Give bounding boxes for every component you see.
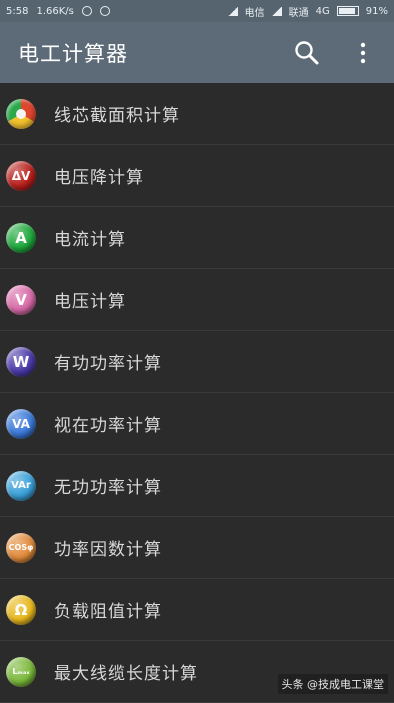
search-icon (295, 40, 319, 64)
watermark: 头条 @技成电工课堂 (277, 674, 388, 694)
power-factor-icon: COSφ (6, 532, 36, 563)
signal-icon-2 (271, 6, 282, 16)
more-vert-icon (360, 42, 366, 63)
status-battery: 91% (365, 5, 388, 17)
list-item-label: 有功功率计算 (54, 354, 162, 374)
sync-icon (81, 6, 92, 16)
resistance-icon: Ω (6, 594, 36, 625)
status-bar: 5:58 1.66K/s 电信 联通 4G 91% (0, 0, 394, 22)
list-item-label: 无功功率计算 (54, 478, 162, 498)
badge-text: VA (12, 416, 30, 431)
badge-text: VAr (11, 480, 31, 491)
apparent-power-icon: VA (6, 408, 36, 439)
status-carrier-2: 联通 (288, 7, 309, 19)
list-item-label: 负载阻值计算 (54, 602, 162, 622)
list-item-label: 视在功率计算 (54, 416, 162, 436)
reactive-power-icon: VAr (6, 470, 36, 501)
badge-text: Lₘₐₓ (12, 667, 30, 676)
calculator-list: 线芯截面积计算 ΔV 电压降计算 A 电流计算 V 电压计算 W 有功功率计算 VA 视在功率计算 V… (0, 83, 394, 703)
list-item-label: 电压降计算 (54, 168, 144, 188)
search-button[interactable] (292, 38, 322, 68)
voltage-icon: V (6, 284, 36, 315)
cross-section-icon (6, 98, 36, 129)
status-speed: 1.66K/s (36, 5, 74, 17)
status-time: 5:58 (6, 5, 29, 17)
list-item[interactable]: 线芯截面积计算 (0, 83, 394, 145)
list-item[interactable]: VA 视在功率计算 (0, 393, 394, 455)
list-item[interactable]: COSφ 功率因数计算 (0, 517, 394, 579)
badge-text: Ω (14, 600, 28, 619)
cable-length-icon: Lₘₐₓ (6, 656, 36, 687)
list-item-label: 电压计算 (54, 292, 126, 312)
list-item[interactable]: A 电流计算 (0, 207, 394, 269)
list-item[interactable]: ΔV 电压降计算 (0, 145, 394, 207)
voltage-drop-icon: ΔV (6, 160, 36, 191)
cross-section-center (16, 108, 26, 119)
badge-text: W (12, 352, 30, 371)
overflow-menu-button[interactable] (348, 38, 378, 68)
list-item-label: 最大线缆长度计算 (54, 664, 198, 684)
status-network: 4G (315, 5, 330, 17)
app-bar: 电工计算器 (0, 22, 394, 83)
current-icon: A (6, 222, 36, 253)
list-item[interactable]: VAr 无功功率计算 (0, 455, 394, 517)
signal-icon (227, 6, 238, 16)
badge-text: V (15, 290, 27, 309)
list-item[interactable]: Ω 负载阻值计算 (0, 579, 394, 641)
badge-text: ΔV (11, 168, 31, 183)
active-power-icon: W (6, 346, 36, 377)
status-carrier-1: 电信 (244, 7, 265, 19)
list-item-label: 功率因数计算 (54, 540, 162, 560)
badge-text: A (15, 228, 27, 247)
app-title: 电工计算器 (18, 41, 128, 66)
list-item[interactable]: W 有功功率计算 (0, 331, 394, 393)
list-item-label: 线芯截面积计算 (54, 106, 180, 126)
list-item[interactable]: V 电压计算 (0, 269, 394, 331)
list-item-label: 电流计算 (54, 230, 126, 250)
badge-text: COSφ (8, 543, 34, 552)
alarm-icon (99, 6, 110, 16)
battery-icon (336, 6, 359, 16)
